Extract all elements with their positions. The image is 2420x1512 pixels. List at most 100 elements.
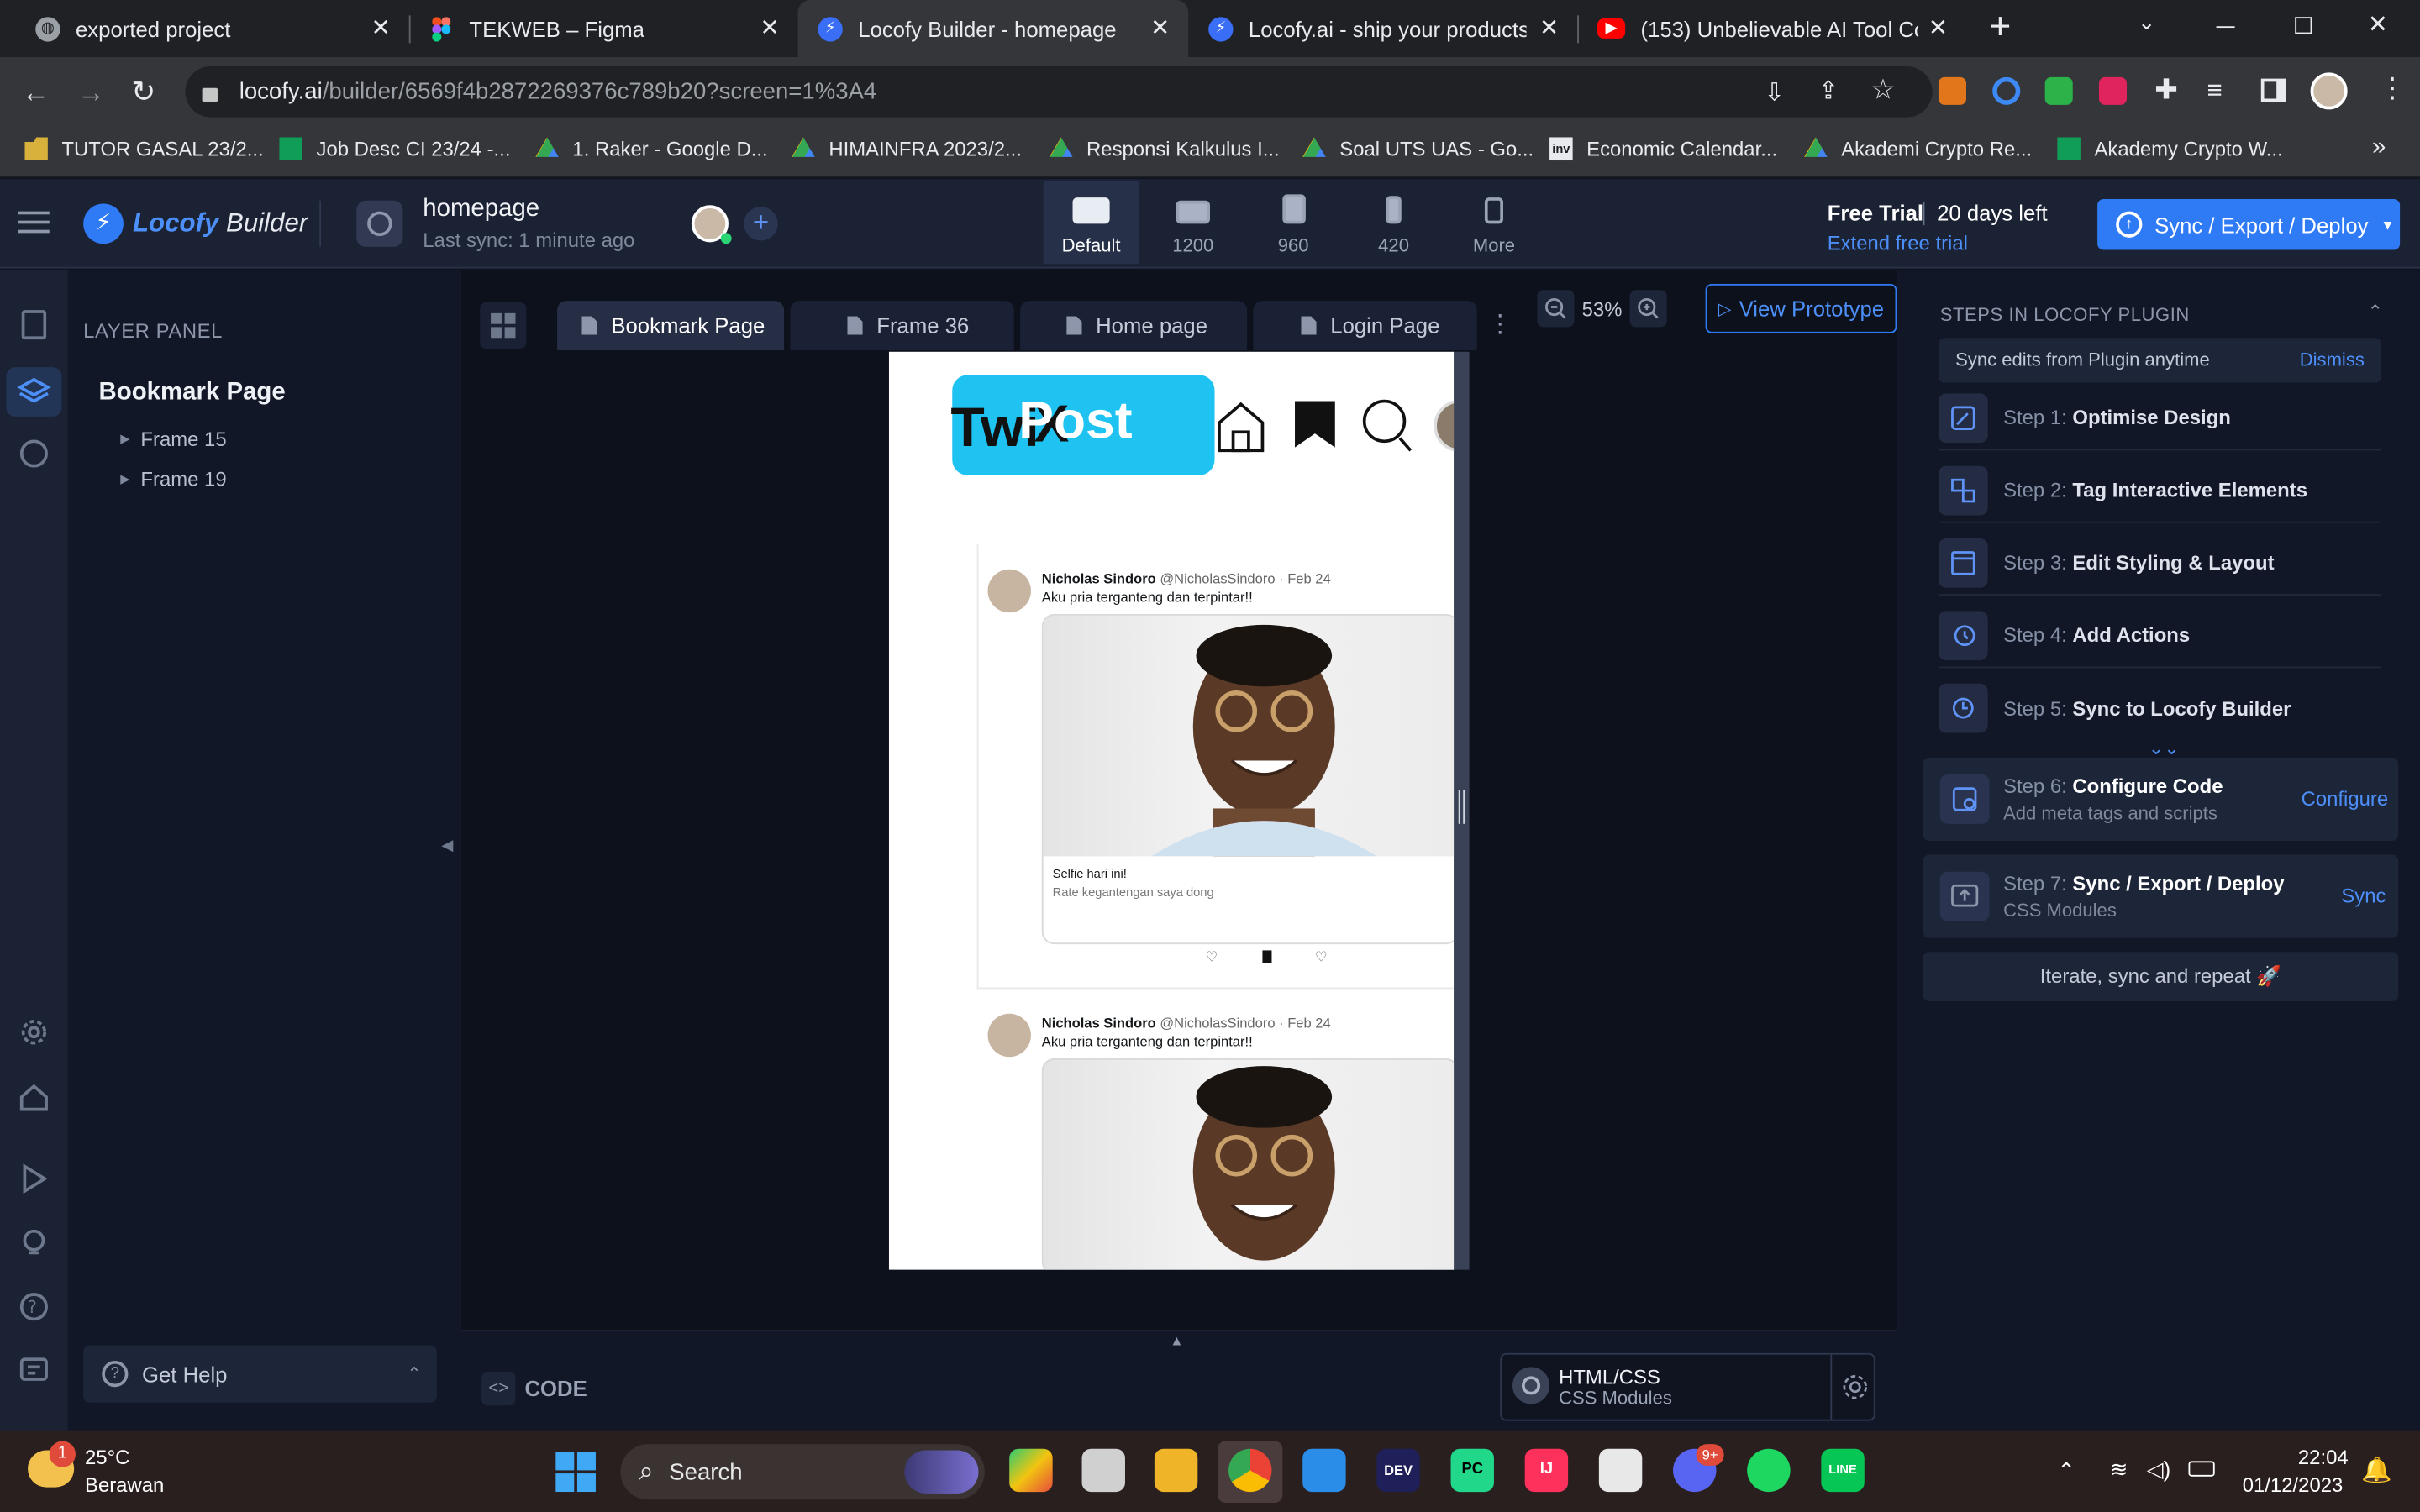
step-tag-interactive[interactable]: Step 2: Tag Interactive Elements (1938, 459, 2382, 523)
bookmark-item[interactable]: Soal UTS UAS - Go... (1302, 137, 1534, 160)
close-window-icon[interactable]: ✕ (2368, 9, 2389, 40)
expand-caret-icon[interactable]: ▶ (120, 472, 129, 486)
search-nav-icon[interactable] (1361, 398, 1413, 461)
forward-icon[interactable]: → (77, 77, 105, 110)
tab-bookmark-page[interactable]: Bookmark Page (557, 301, 785, 350)
step-edit-styling[interactable]: Step 3: Edit Styling & Layout (1938, 531, 2382, 596)
play-preview-icon[interactable] (17, 1162, 50, 1195)
browser-tab-locofy-ai[interactable]: ⚡ Locofy.ai - ship your products 5 ✕ (1188, 0, 1577, 57)
url-text[interactable]: locofy.ai/builder/6569f4b2872269376c789b… (239, 79, 877, 105)
expand-caret-icon[interactable]: ▶ (120, 432, 129, 446)
device-960-button[interactable]: 960 (1245, 181, 1341, 264)
dismiss-link[interactable]: Dismiss (2300, 349, 2365, 370)
close-tab-icon[interactable]: ✕ (1150, 14, 1170, 42)
line-app-icon[interactable]: LINE (1821, 1448, 1865, 1493)
extension-red-icon[interactable] (2098, 76, 2128, 105)
device-default-button[interactable]: Default (1043, 180, 1139, 265)
bookmark-nav-icon[interactable] (1292, 398, 1338, 459)
metamask-extension-icon[interactable] (1938, 76, 1966, 105)
browser-tab-youtube[interactable]: ▶ (153) Unbelievable AI Tool Con ✕ (1577, 0, 1966, 57)
reload-icon[interactable]: ↻ (131, 76, 155, 111)
home-icon[interactable] (17, 1080, 50, 1114)
bookmark-star-icon[interactable]: ☆ (1870, 74, 1896, 107)
new-tab-button[interactable]: + (1990, 6, 2012, 49)
expand-code-icon[interactable]: ▲ (1170, 1333, 1183, 1348)
bookmark-item[interactable]: Responsi Kalkulus I... (1049, 137, 1280, 160)
canvas-resize-handle[interactable] (1454, 351, 1470, 1270)
extension-green-icon[interactable] (2044, 76, 2073, 105)
task-view-icon[interactable] (1081, 1448, 1125, 1493)
tweet-card[interactable]: Selfie hari ini! Rate kegantengan saya d… (1041, 614, 1455, 945)
lightbulb-icon[interactable] (17, 1226, 50, 1260)
taskbar-search[interactable]: ⌕ Search (620, 1444, 985, 1500)
framework-settings-icon[interactable] (1839, 1372, 1870, 1410)
preview-app-icon[interactable] (1009, 1448, 1053, 1493)
layer-item-frame-15[interactable]: ▶ Frame 15 (120, 428, 226, 451)
media-control-icon[interactable]: ≡ (2207, 76, 2223, 107)
close-tab-icon[interactable]: ✕ (760, 14, 779, 42)
weather-desc[interactable]: Berawan (85, 1473, 164, 1497)
bookmark-item[interactable]: Akademy Crypto W... (2057, 137, 2283, 161)
zoom-out-button[interactable] (1537, 290, 1575, 328)
notification-bell-icon[interactable]: 🔔 (2361, 1455, 2392, 1486)
profile-avatar[interactable] (2310, 72, 2348, 110)
bookmark-item[interactable]: HIMAINFRA 2023/2... (792, 137, 1022, 160)
bookmark-action-icon[interactable] (1262, 950, 1272, 963)
bookmark-item[interactable]: Akademi Crypto Re... (1804, 137, 2032, 160)
bookmark-item[interactable]: 1. Raker - Google D... (535, 137, 768, 160)
get-help-button[interactable]: ? Get Help ⌃ (83, 1345, 437, 1403)
framework-selector[interactable] (1500, 1352, 1876, 1421)
bookmarks-overflow-icon[interactable]: » (2372, 134, 2386, 162)
share-icon[interactable]: ⇪ (1818, 76, 1839, 107)
step-sync-builder[interactable]: Step 5: Sync to Locofy Builder (1938, 675, 2381, 740)
settings-gear-icon[interactable] (17, 1016, 50, 1049)
device-420-button[interactable]: 420 (1346, 181, 1442, 264)
intellij-icon[interactable]: IJ (1524, 1448, 1569, 1493)
like-icon[interactable]: ♡ (1315, 949, 1328, 966)
profile-avatar-canvas[interactable] (1434, 399, 1455, 453)
step-sync-export-deploy[interactable] (1923, 854, 2399, 938)
step-add-actions[interactable]: Step 4: Add Actions (1938, 603, 2382, 669)
hamburger-menu-icon[interactable] (18, 211, 50, 234)
vscode-icon[interactable] (1302, 1448, 1346, 1493)
collapse-steps-icon[interactable]: ⌃ (2368, 301, 2383, 323)
bookmark-item[interactable]: inv Economic Calendar... (1549, 137, 1777, 161)
pages-icon[interactable] (21, 310, 47, 340)
clock-time[interactable]: 22:04 (2298, 1446, 2349, 1469)
collapse-left-panel-icon[interactable]: ◀ (441, 837, 453, 854)
sync-link[interactable]: Sync (2341, 884, 2386, 907)
minimize-icon[interactable] (2216, 26, 2235, 29)
wifi-icon[interactable]: ≋ (2110, 1457, 2128, 1483)
view-prototype-button[interactable]: ▷ View Prototype (1705, 283, 1897, 333)
tabs-more-icon[interactable]: ⋮ (1488, 308, 1512, 339)
canvas-frame-bookmark-page[interactable]: Twi X Post Nicholas Sindoro @NicholasSin… (888, 351, 1455, 1270)
grid-view-button[interactable] (480, 302, 527, 349)
close-tab-icon[interactable]: ✕ (371, 14, 391, 42)
restore-icon[interactable] (2295, 17, 2312, 34)
bookmark-item[interactable]: Job Desc CI 23/24 -... (279, 137, 510, 161)
extensions-puzzle-icon[interactable]: ✚ (2154, 74, 2178, 107)
chrome-menu-icon[interactable]: ⋮ (2378, 72, 2406, 105)
page-title[interactable]: homepage (423, 196, 539, 223)
install-app-icon[interactable]: ⇩ (1764, 77, 1785, 108)
sync-export-deploy-button[interactable]: ↑ Sync / Export / Deploy ▼ (2097, 198, 2401, 250)
browser-tab-exported-project[interactable]: ◍ exported project ✕ (15, 0, 408, 57)
close-tab-icon[interactable]: ✕ (1539, 14, 1559, 42)
device-1200-button[interactable]: 1200 (1145, 181, 1241, 264)
weather-temp[interactable]: 25°C (85, 1446, 129, 1469)
device-more-button[interactable]: More (1446, 181, 1542, 264)
browser-tab-figma[interactable]: TEKWEB – Figma ✕ (409, 0, 798, 57)
layer-page-name[interactable]: Bookmark Page (99, 380, 286, 407)
pycharm-icon[interactable]: PC (1450, 1448, 1494, 1493)
feedback-chat-icon[interactable] (17, 1353, 50, 1387)
layer-item-frame-19[interactable]: ▶ Frame 19 (120, 468, 226, 491)
clock-date[interactable]: 01/12/2023 (2243, 1473, 2344, 1497)
volume-icon[interactable]: ◁) (2147, 1457, 2170, 1483)
tab-search-chevron-icon[interactable]: ⌄ (2138, 9, 2156, 35)
file-explorer-icon[interactable] (1154, 1448, 1198, 1493)
help-question-icon[interactable]: ? (17, 1290, 50, 1324)
brand-logo[interactable]: Locofy Builder (133, 208, 308, 239)
tab-frame-36[interactable]: Frame 36 (790, 301, 1014, 350)
configure-link[interactable]: Configure (2302, 787, 2389, 811)
show-hidden-icons-chevron[interactable]: ⌃ (2057, 1458, 2075, 1484)
